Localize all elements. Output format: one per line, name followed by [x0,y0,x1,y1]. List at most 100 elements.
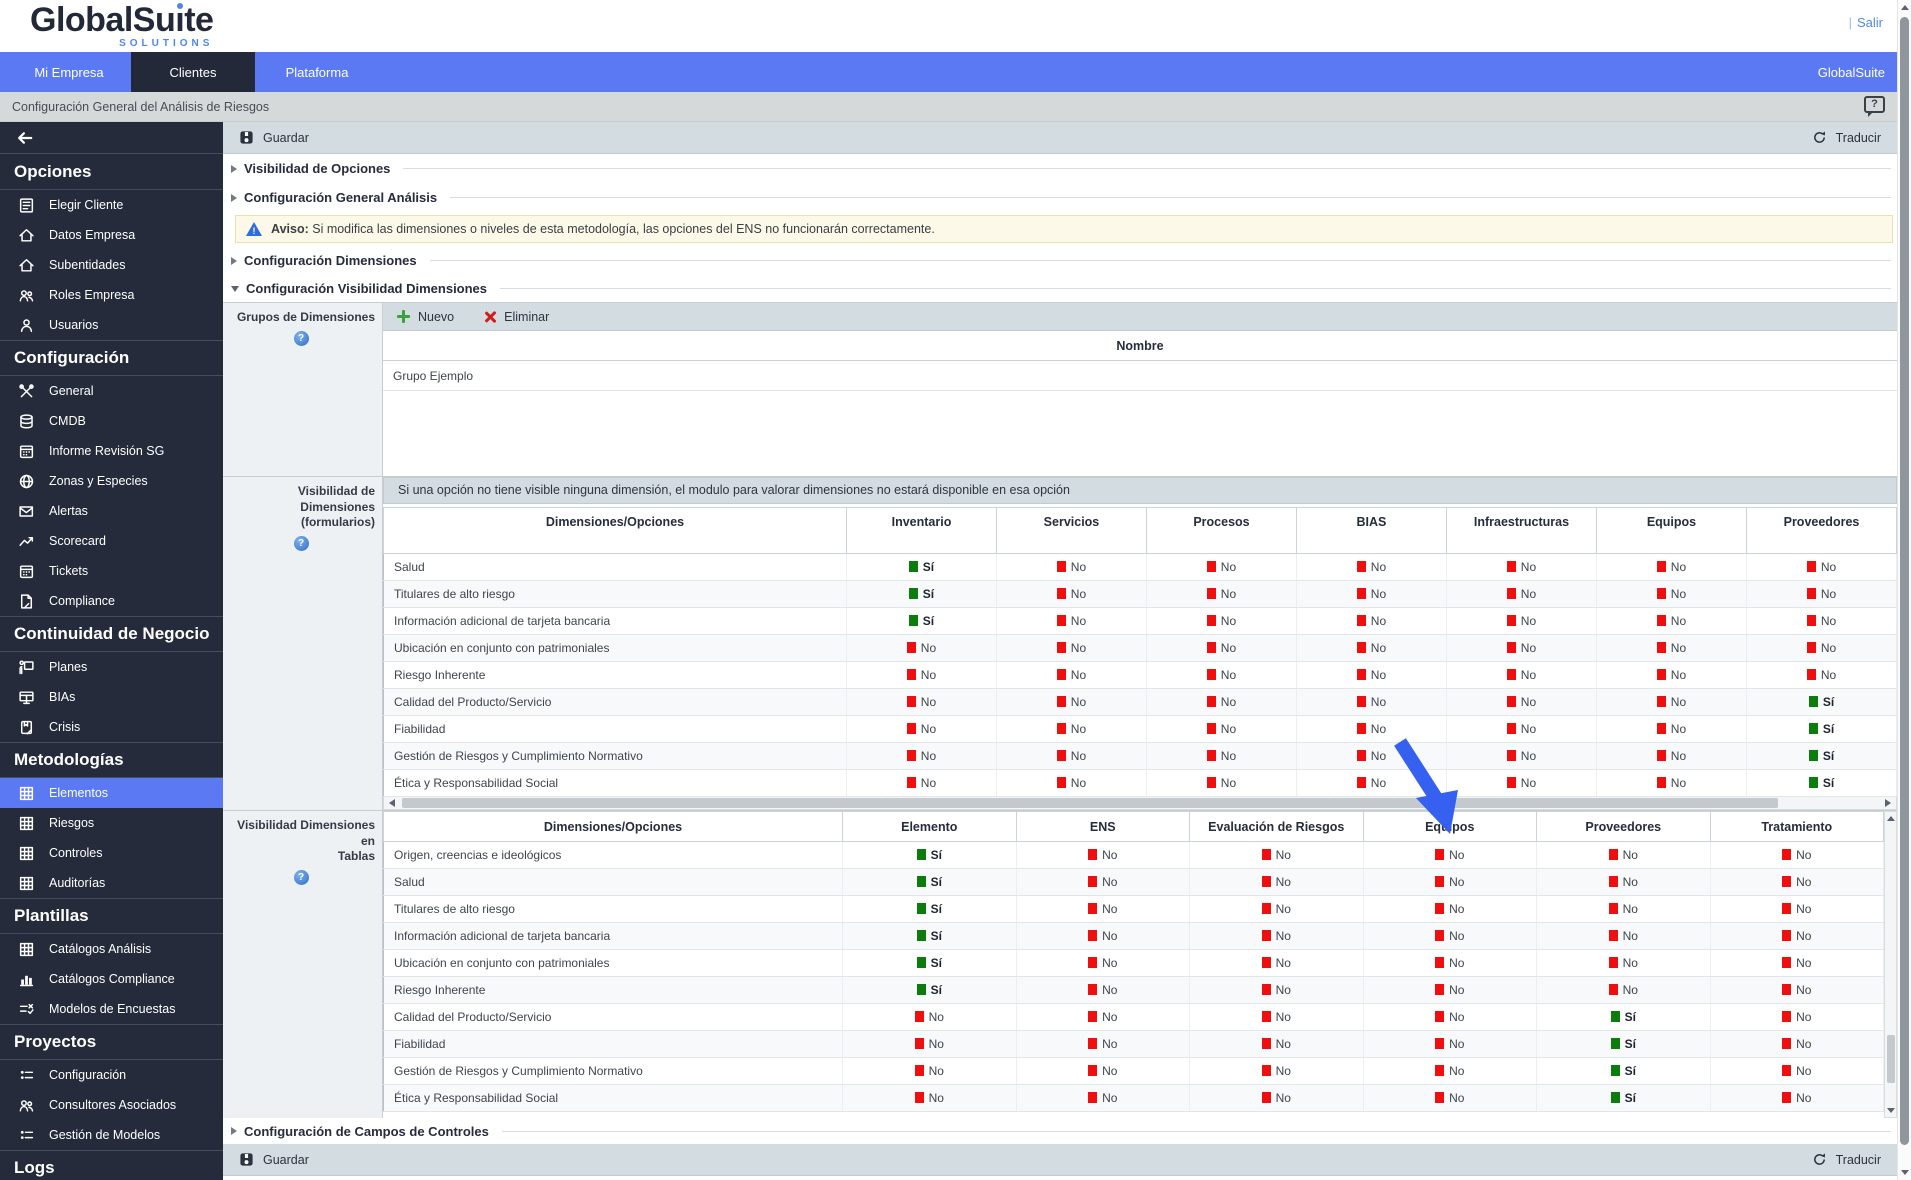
value-no[interactable]: No [846,634,997,662]
scrollbar-thumb[interactable] [1900,17,1909,1145]
help-circle-icon[interactable]: ? [293,869,309,885]
value-yes[interactable]: Sí [842,895,1017,923]
value-no[interactable]: No [1446,607,1597,635]
scrollbar-thumb[interactable] [402,798,1779,808]
value-no[interactable]: No [1146,661,1297,689]
value-no[interactable]: No [996,769,1147,797]
value-no[interactable]: No [1189,922,1364,950]
value-no[interactable]: No [1189,1084,1364,1112]
sidebar-item-roles-empresa[interactable]: Roles Empresa [0,280,223,310]
sidebar-collapse-button[interactable] [0,122,223,154]
value-no[interactable]: No [1189,841,1364,869]
value-no[interactable]: No [1710,1003,1884,1031]
value-no[interactable]: No [1746,661,1898,689]
value-yes[interactable]: Sí [1536,1084,1711,1112]
new-button[interactable]: Nuevo [397,310,454,324]
value-no[interactable]: No [1363,1003,1537,1031]
value-no[interactable]: No [1016,1084,1190,1112]
value-no[interactable]: No [1296,769,1447,797]
value-yes[interactable]: Sí [1746,742,1898,770]
value-no[interactable]: No [1189,949,1364,977]
section-configuracion-campos[interactable]: Configuración de Campos de Controles [223,1118,1897,1144]
question-bubble-icon[interactable]: ? [1864,96,1885,117]
sidebar-item-cmdb[interactable]: CMDB [0,406,223,436]
sidebar-item-bias[interactable]: BIAs [0,682,223,712]
value-no[interactable]: No [1146,715,1297,743]
scroll-up-button[interactable] [1885,812,1896,825]
value-no[interactable]: No [996,580,1147,608]
value-no[interactable]: No [1016,841,1190,869]
save-button[interactable]: Guardar [239,1152,309,1167]
value-no[interactable]: No [1596,553,1747,581]
sidebar-item-tickets[interactable]: Tickets [0,556,223,586]
value-yes[interactable]: Sí [1536,1057,1711,1085]
value-no[interactable]: No [1296,580,1447,608]
value-no[interactable]: No [1710,895,1884,923]
value-no[interactable]: No [1446,769,1597,797]
sidebar-item-informe-revisión-sg[interactable]: Informe Revisión SG [0,436,223,466]
sidebar-item-alertas[interactable]: Alertas [0,496,223,526]
value-no[interactable]: No [1363,1084,1537,1112]
sidebar-item-datos-empresa[interactable]: Datos Empresa [0,220,223,250]
value-no[interactable]: No [1363,841,1537,869]
sidebar-item-gestión-de-modelos[interactable]: Gestión de Modelos [0,1120,223,1150]
help-circle-icon[interactable]: ? [293,535,309,551]
value-no[interactable]: No [842,1084,1017,1112]
value-yes[interactable]: Sí [842,976,1017,1004]
value-no[interactable]: No [1746,553,1898,581]
value-no[interactable]: No [1596,607,1747,635]
value-no[interactable]: No [1189,1030,1364,1058]
value-no[interactable]: No [1596,580,1747,608]
sidebar-item-usuarios[interactable]: Usuarios [0,310,223,340]
sidebar-item-elementos[interactable]: Elementos [0,778,223,808]
sidebar-item-zonas-y-especies[interactable]: Zonas y Especies [0,466,223,496]
value-yes[interactable]: Sí [1536,1003,1711,1031]
value-no[interactable]: No [1746,634,1898,662]
translate-button[interactable]: Traducir [1812,130,1881,145]
value-no[interactable]: No [1016,1030,1190,1058]
value-no[interactable]: No [1016,922,1190,950]
value-no[interactable]: No [1363,895,1537,923]
value-no[interactable]: No [1016,868,1190,896]
value-no[interactable]: No [1596,715,1747,743]
value-no[interactable]: No [1146,580,1297,608]
grupo-row[interactable]: Grupo Ejemplo [383,361,1897,391]
value-no[interactable]: No [1446,688,1597,716]
nav-tab-clientes[interactable]: Clientes [131,52,255,92]
value-no[interactable]: No [996,634,1147,662]
scroll-right-button[interactable] [1880,797,1896,809]
sidebar-item-riesgos[interactable]: Riesgos [0,808,223,838]
value-no[interactable]: No [1596,742,1747,770]
value-no[interactable]: No [1363,1030,1537,1058]
translate-button[interactable]: Traducir [1812,1152,1881,1167]
sidebar-item-planes[interactable]: Planes [0,652,223,682]
value-yes[interactable]: Sí [842,841,1017,869]
value-no[interactable]: No [1536,895,1711,923]
value-yes[interactable]: Sí [1746,715,1898,743]
scroll-left-button[interactable] [384,797,400,809]
value-no[interactable]: No [996,553,1147,581]
sidebar-item-catálogos-análisis[interactable]: Catálogos Análisis [0,934,223,964]
sidebar-item-configuración[interactable]: Configuración [0,1060,223,1090]
value-no[interactable]: No [846,769,997,797]
value-no[interactable]: No [1536,976,1711,1004]
value-no[interactable]: No [1446,580,1597,608]
value-no[interactable]: No [1296,742,1447,770]
value-no[interactable]: No [996,661,1147,689]
value-no[interactable]: No [1536,841,1711,869]
delete-button[interactable]: Eliminar [484,310,549,324]
value-yes[interactable]: Sí [846,580,997,608]
section-configuracion-visibilidad[interactable]: Configuración Visibilidad Dimensiones [223,275,1897,302]
value-no[interactable]: No [1146,634,1297,662]
value-no[interactable]: No [1016,949,1190,977]
value-no[interactable]: No [1146,769,1297,797]
nav-tab-mi-empresa[interactable]: Mi Empresa [7,52,131,92]
value-no[interactable]: No [1446,661,1597,689]
nav-tab-plataforma[interactable]: Plataforma [255,52,379,92]
value-no[interactable]: No [1446,742,1597,770]
sidebar-item-compliance[interactable]: Compliance [0,586,223,616]
sidebar-item-scorecard[interactable]: Scorecard [0,526,223,556]
value-no[interactable]: No [846,742,997,770]
scrollbar-thumb[interactable] [1886,1034,1895,1083]
value-no[interactable]: No [846,715,997,743]
